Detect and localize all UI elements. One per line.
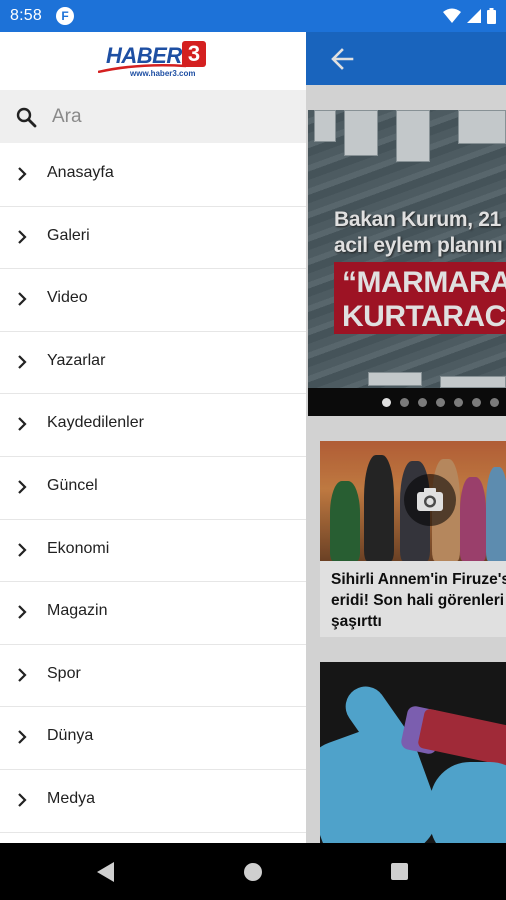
haber3-logo: HABER 3 www.haber3.com <box>98 41 210 81</box>
battery-icon <box>487 8 496 24</box>
notification-icon: F <box>56 7 74 25</box>
menu-item-label: Kaydedilenler <box>47 414 144 432</box>
menu-item-spor[interactable]: Spor <box>0 645 306 708</box>
chevron-right-icon <box>18 542 27 557</box>
menu-item-label: Güncel <box>47 476 98 494</box>
search-input[interactable] <box>52 102 292 132</box>
menu-item-guncel[interactable]: Güncel <box>0 457 306 520</box>
menu-item-label: Magazin <box>47 602 108 620</box>
chevron-right-icon <box>18 730 27 745</box>
drawer-scrim[interactable] <box>306 32 506 843</box>
signal-icon <box>467 9 481 23</box>
nav-back-icon[interactable] <box>96 861 116 883</box>
chevron-right-icon <box>18 605 27 619</box>
status-icons <box>443 7 496 25</box>
navigation-drawer: HABER 3 www.haber3.com Anasayfa Galeri V… <box>0 32 306 843</box>
menu-item-medya[interactable]: Medya <box>0 770 306 833</box>
menu-item-video[interactable]: Video <box>0 269 306 332</box>
chevron-right-icon <box>18 167 27 181</box>
chevron-right-icon <box>18 480 27 494</box>
nav-home-icon[interactable] <box>244 863 262 881</box>
chevron-right-icon <box>18 417 27 432</box>
menu-item-ekonomi[interactable]: Ekonomi <box>0 520 306 583</box>
status-time: 8:58 <box>10 7 42 24</box>
nav-recents-icon[interactable] <box>391 863 408 880</box>
menu-item-label: Medya <box>47 789 96 807</box>
drawer-menu: Anasayfa Galeri Video Yazarlar Kaydedile… <box>0 144 306 833</box>
menu-item-galeri[interactable]: Galeri <box>0 207 306 270</box>
menu-item-magazin[interactable]: Magazin <box>0 582 306 645</box>
wifi-icon <box>443 8 461 23</box>
system-nav-bar <box>0 843 506 900</box>
search-bar <box>0 90 306 143</box>
menu-item-label: Yazarlar <box>47 351 106 369</box>
status-bar: 8:58 F <box>0 0 506 32</box>
menu-item-kaydedilenler[interactable]: Kaydedilenler <box>0 394 306 457</box>
chevron-right-icon <box>18 292 27 306</box>
chevron-right-icon <box>18 793 27 807</box>
menu-item-label: Galeri <box>47 226 90 244</box>
menu-item-anasayfa[interactable]: Anasayfa <box>0 144 306 207</box>
chevron-right-icon <box>18 355 27 369</box>
menu-item-label: Dünya <box>47 727 94 745</box>
search-icon <box>16 107 37 128</box>
menu-item-label: Video <box>47 289 88 307</box>
menu-item-yazarlar[interactable]: Yazarlar <box>0 332 306 395</box>
chevron-right-icon <box>18 229 27 244</box>
menu-item-dunya[interactable]: Dünya <box>0 707 306 770</box>
menu-item-label: Anasayfa <box>47 164 114 181</box>
menu-item-label: Spor <box>47 664 81 682</box>
logo-url: www.haber3.com <box>130 69 196 78</box>
menu-item-label: Ekonomi <box>47 539 110 557</box>
chevron-right-icon <box>18 667 27 682</box>
